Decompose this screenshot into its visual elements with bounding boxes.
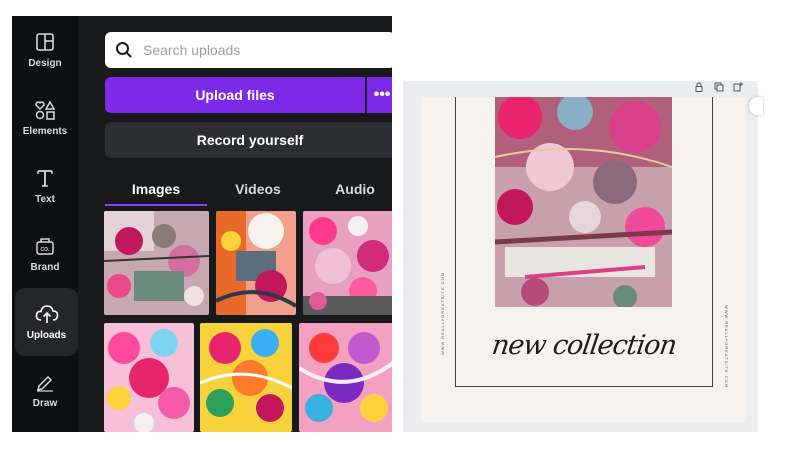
pen-icon bbox=[36, 375, 53, 392]
nav-brand-label: Brand bbox=[30, 261, 60, 273]
nav-uploads[interactable]: Uploads bbox=[15, 288, 78, 356]
duplicate-icon[interactable] bbox=[714, 82, 724, 92]
tab-videos[interactable]: Videos bbox=[213, 174, 303, 204]
nav-draw-label: Draw bbox=[32, 397, 58, 409]
side-text-right[interactable]: WWW.REALLYGREATSITE.COM bbox=[724, 305, 729, 388]
upload-tabs: Images Videos Audio bbox=[105, 174, 392, 206]
side-text-left[interactable]: WWW.REALLYGREATSITE.COM bbox=[440, 272, 445, 355]
cloud-upload-icon bbox=[35, 304, 58, 323]
upload-thumbnail[interactable] bbox=[200, 323, 292, 432]
side-nav-rail: Design Elements Text CO. Brand Uploads D… bbox=[12, 16, 78, 432]
svg-text:CO.: CO. bbox=[41, 247, 51, 253]
nav-text-label: Text bbox=[35, 193, 55, 205]
nav-elements[interactable]: Elements bbox=[12, 84, 78, 152]
shapes-icon bbox=[35, 99, 56, 120]
collection-title[interactable]: new collection bbox=[468, 330, 700, 361]
artwork-image[interactable] bbox=[495, 97, 672, 307]
uploads-panel: Upload files ••• Record yourself Images … bbox=[78, 16, 392, 432]
search-box[interactable] bbox=[105, 32, 392, 68]
nav-design-label: Design bbox=[28, 57, 62, 69]
nav-uploads-label: Uploads bbox=[26, 329, 67, 341]
layout-icon bbox=[36, 32, 54, 51]
upload-thumbnail[interactable] bbox=[216, 211, 296, 315]
upload-files-button[interactable]: Upload files bbox=[105, 77, 365, 113]
search-icon bbox=[116, 42, 132, 58]
more-options-button[interactable]: ••• bbox=[367, 77, 392, 113]
search-input[interactable] bbox=[141, 41, 375, 59]
upload-thumbnail[interactable] bbox=[104, 211, 209, 315]
lock-icon[interactable] bbox=[694, 82, 704, 92]
brand-kit-icon: CO. bbox=[36, 237, 54, 255]
tab-images[interactable]: Images bbox=[105, 174, 207, 206]
text-icon bbox=[37, 169, 53, 187]
canvas-side-handle[interactable] bbox=[749, 97, 763, 115]
nav-elements-label: Elements bbox=[22, 125, 68, 137]
editor-sidebar: Design Elements Text CO. Brand Uploads D… bbox=[12, 16, 392, 432]
upload-thumbnail[interactable] bbox=[104, 323, 194, 432]
nav-text[interactable]: Text bbox=[12, 152, 78, 220]
nav-design[interactable]: Design bbox=[12, 16, 78, 84]
record-yourself-button[interactable]: Record yourself bbox=[105, 122, 392, 158]
upload-thumbnail[interactable] bbox=[303, 211, 392, 315]
add-page-icon[interactable] bbox=[733, 82, 743, 92]
nav-draw[interactable]: Draw bbox=[12, 356, 78, 424]
upload-thumbnail[interactable] bbox=[299, 323, 392, 432]
nav-brand[interactable]: CO. Brand bbox=[12, 220, 78, 288]
tab-audio[interactable]: Audio bbox=[310, 174, 392, 204]
